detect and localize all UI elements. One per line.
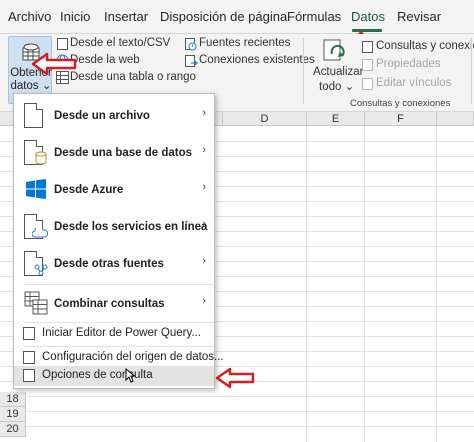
recent-sources-icon — [185, 38, 197, 51]
menu-item-launch-power-query[interactable]: Iniciar Editor de Power Query... — [14, 324, 214, 344]
menu-item-from-file[interactable]: Desde un archivo › — [14, 98, 214, 132]
annotation-arrow-left-icon — [215, 367, 255, 389]
queries-connections-button[interactable]: Consultas y conexiones — [376, 40, 474, 52]
properties-button[interactable]: Propiedades — [376, 58, 441, 70]
ribbon-separator-right — [471, 38, 472, 104]
edit-links-button[interactable]: Editar vínculos — [376, 77, 451, 89]
menu-item-label: Combinar consultas — [54, 298, 165, 310]
power-query-editor-icon — [23, 327, 35, 340]
gridline — [306, 126, 307, 442]
ribbon-tabs: Archivo Inicio Insertar Disposición de p… — [0, 0, 474, 34]
row-header-20[interactable]: 20 — [0, 422, 26, 437]
chevron-right-icon: › — [202, 218, 206, 230]
menu-item-from-other-sources[interactable]: Desde otras fuentes › — [14, 246, 214, 280]
get-data-menu: Desde un archivo › Desde una base de dat… — [13, 93, 224, 389]
file-icon — [24, 103, 43, 128]
combine-queries-icon — [24, 291, 48, 315]
menu-item-query-options[interactable]: Opciones de consulta — [14, 366, 214, 386]
menu-separator — [24, 284, 214, 285]
existing-connections-icon — [185, 55, 198, 67]
menu-item-combine-queries[interactable]: Combinar consultas › — [14, 286, 214, 320]
network-nodes-icon — [34, 264, 48, 276]
queries-connections-icon — [362, 41, 373, 53]
from-text-csv-button[interactable]: Desde el texto/CSV — [70, 37, 170, 49]
get-data-label-2: datos ⌄ — [10, 80, 52, 92]
existing-connections-button[interactable]: Conexiones existentes — [199, 54, 315, 66]
chevron-right-icon: › — [202, 255, 206, 267]
dropdown-caret-icon: ⌄ — [41, 80, 52, 92]
gridline — [0, 411, 474, 412]
cloud-icon — [32, 228, 48, 238]
column-header-e[interactable]: E — [307, 112, 365, 126]
menu-item-from-database[interactable]: Desde una base de datos › — [14, 135, 214, 169]
azure-windows-icon — [26, 179, 46, 199]
row-header-19[interactable]: 19 — [0, 407, 26, 422]
column-header-d[interactable]: D — [223, 112, 307, 126]
gridline — [0, 396, 474, 397]
gridline — [436, 126, 437, 442]
chevron-right-icon: › — [202, 144, 206, 156]
from-table-button[interactable]: Desde una tabla o rango — [70, 71, 196, 83]
tab-datos[interactable]: Datos — [351, 9, 385, 24]
menu-item-from-azure[interactable]: Desde Azure › — [14, 172, 214, 206]
row-header-18[interactable]: 18 — [0, 392, 26, 407]
tab-archivo[interactable]: Archivo — [8, 9, 51, 24]
from-web-button[interactable]: Desde la web — [70, 54, 140, 66]
gridline — [0, 426, 474, 427]
ribbon-separator — [303, 38, 304, 104]
column-header-g[interactable] — [437, 112, 474, 126]
refresh-all-label-2[interactable]: todo ⌄ — [319, 79, 354, 93]
data-source-settings-icon — [23, 351, 35, 364]
annotation-arrow-left-icon — [31, 52, 77, 76]
text-file-icon — [57, 38, 68, 50]
mouse-cursor-icon — [125, 368, 135, 383]
menu-item-label: Iniciar Editor de Power Query... — [42, 327, 201, 339]
menu-separator — [24, 346, 214, 347]
query-options-icon — [23, 369, 35, 382]
menu-item-label: Opciones de consulta — [42, 369, 153, 381]
refresh-all-icon — [323, 39, 345, 61]
column-header-f[interactable]: F — [365, 112, 437, 126]
tab-revisar[interactable]: Revisar — [397, 9, 441, 24]
dropdown-caret-icon: ⌄ — [344, 81, 355, 93]
menu-item-label: Desde una base de datos — [54, 147, 193, 159]
tab-insertar[interactable]: Insertar — [104, 9, 148, 24]
menu-item-label: Configuración del origen de datos... — [42, 351, 224, 363]
menu-item-label: Desde un archivo — [54, 110, 150, 122]
tab-inicio[interactable]: Inicio — [60, 9, 90, 24]
menu-item-data-source-settings[interactable]: Configuración del origen de datos... — [14, 348, 224, 368]
menu-separator — [24, 322, 214, 323]
gridline — [364, 126, 365, 442]
database-cylinder-icon — [35, 151, 47, 165]
menu-item-from-online-services[interactable]: Desde los servicios en línea › — [14, 209, 214, 243]
group-label-queries: Consultas y conexiones — [350, 98, 451, 109]
chevron-right-icon: › — [202, 295, 206, 307]
edit-links-icon — [362, 78, 373, 90]
tab-disposicion[interactable]: Disposición de página — [160, 9, 287, 24]
menu-item-label: Desde Azure — [54, 184, 124, 196]
recent-sources-button[interactable]: Fuentes recientes — [199, 37, 290, 49]
menu-item-label: Desde los servicios en línea — [54, 221, 208, 233]
tab-formulas[interactable]: Fórmulas — [287, 9, 341, 24]
menu-item-label: Desde otras fuentes — [54, 258, 164, 270]
chevron-right-icon: › — [202, 107, 206, 119]
properties-icon — [362, 59, 373, 71]
refresh-all-label-1[interactable]: Actualizar — [313, 66, 364, 78]
chevron-right-icon: › — [202, 181, 206, 193]
